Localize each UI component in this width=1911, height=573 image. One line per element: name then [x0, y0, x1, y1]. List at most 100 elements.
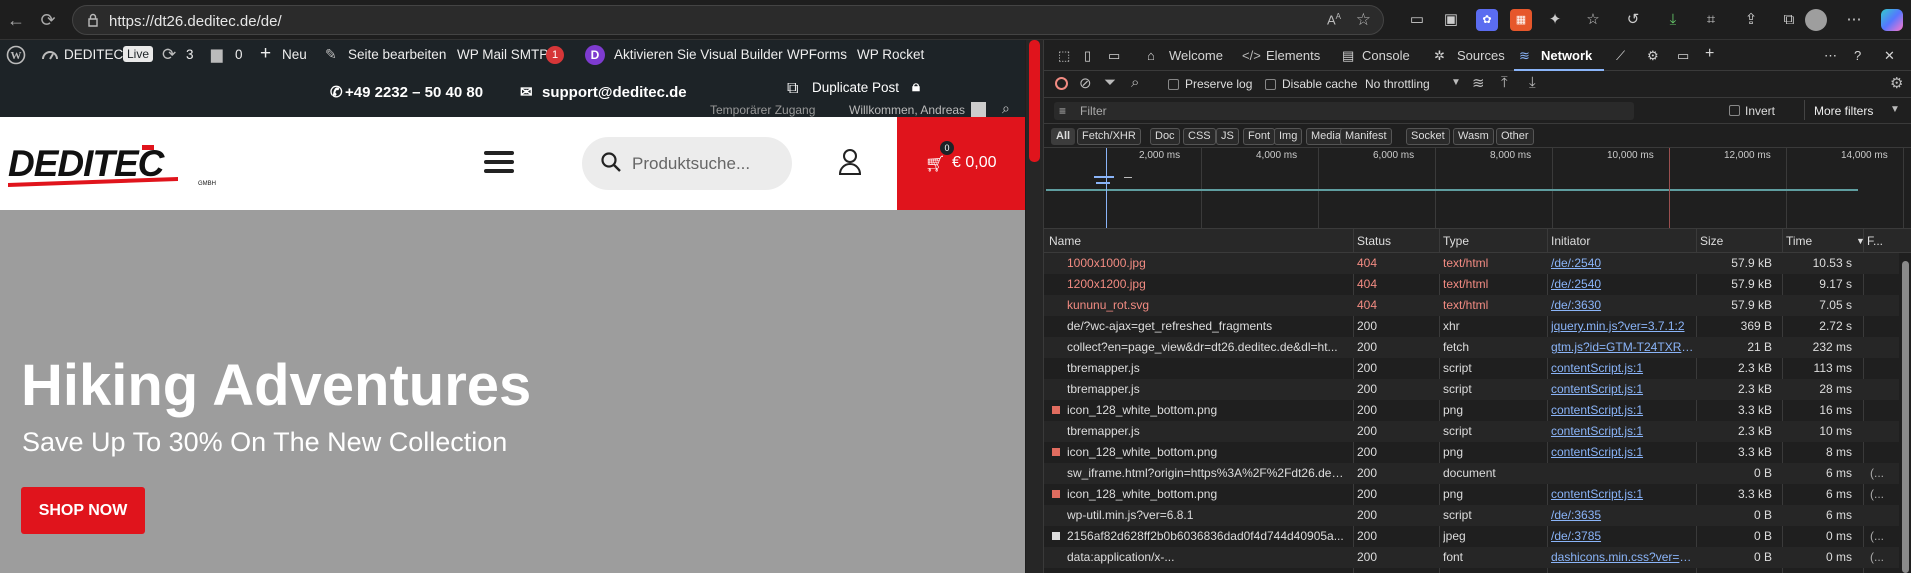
- table-row[interactable]: tbremapper.js 200 script contentScript.js:1…: [1044, 379, 1899, 400]
- phone-number[interactable]: +49 2232 – 50 40 80: [345, 84, 483, 101]
- record-icon[interactable]: [1055, 77, 1068, 90]
- column-header-initiator[interactable]: Initiator: [1551, 234, 1590, 248]
- downloads-icon[interactable]: ⤓: [1662, 9, 1684, 31]
- wp-rocket-link[interactable]: WP Rocket: [857, 47, 924, 62]
- cell-initiator[interactable]: jquery.min.js?ver=3.7.1:2: [1551, 319, 1696, 333]
- invert-checkbox[interactable]: [1729, 105, 1740, 116]
- updates-count[interactable]: 3: [186, 47, 194, 62]
- column-header-status[interactable]: Status: [1357, 234, 1391, 248]
- dock-icon[interactable]: ▭: [1108, 48, 1120, 64]
- preserve-log-checkbox[interactable]: [1168, 79, 1179, 90]
- wpforms-link[interactable]: WPForms: [787, 47, 847, 62]
- profile-avatar-icon[interactable]: [1805, 9, 1827, 31]
- wp-mail-smtp-link[interactable]: WP Mail SMTP: [457, 47, 548, 62]
- new-content-link[interactable]: Neu: [282, 47, 307, 62]
- cell-initiator[interactable]: contentScript.js:1: [1551, 445, 1696, 459]
- type-filter-img[interactable]: Img: [1274, 128, 1303, 145]
- export-icon[interactable]: ⤓: [1529, 74, 1536, 91]
- scroll-thumb[interactable]: [1029, 40, 1040, 162]
- cart-button[interactable]: 🛒︎ 0 € 0,00: [897, 117, 1025, 210]
- chevron-down-icon[interactable]: ▼: [1451, 77, 1461, 88]
- hamburger-menu-icon[interactable]: [484, 151, 514, 175]
- table-row[interactable]: de/?wc-ajax=get_refreshed_fragments 200 xh…: [1044, 316, 1899, 337]
- tab-elements[interactable]: Elements: [1266, 48, 1320, 63]
- column-header-type[interactable]: Type: [1443, 234, 1469, 248]
- email-link[interactable]: support@deditec.de: [542, 84, 687, 101]
- settings-gear-icon[interactable]: ⚙: [1647, 48, 1659, 64]
- filter-icon[interactable]: ⏷: [1104, 74, 1116, 91]
- table-row[interactable]: icon_128_white_bottom.png 200 png contentSc…: [1044, 400, 1899, 421]
- cell-initiator[interactable]: contentScript.js:1: [1551, 361, 1696, 375]
- extensions-puzzle-icon[interactable]: ✦: [1544, 9, 1566, 31]
- type-filter-other[interactable]: Other: [1496, 128, 1534, 145]
- type-filter-socket[interactable]: Socket: [1406, 128, 1450, 145]
- extension-purple-icon[interactable]: ✿: [1476, 9, 1498, 31]
- table-row[interactable]: tbremapper.js 200 script contentScript.js:1…: [1044, 358, 1899, 379]
- address-bar[interactable]: https://dt26.deditec.de/de/ AA ☆: [72, 5, 1384, 35]
- add-tab-icon[interactable]: +: [1705, 45, 1714, 63]
- performance-icon[interactable]: ⟋: [1616, 48, 1625, 64]
- network-conditions-icon[interactable]: ≋: [1472, 74, 1485, 92]
- reload-icon[interactable]: ⟳: [36, 8, 60, 32]
- network-overview-timeline[interactable]: 2,000 ms 4,000 ms 6,000 ms 8,000 ms 10,000 m…: [1044, 148, 1911, 229]
- history-icon[interactable]: ↺: [1622, 9, 1644, 31]
- table-row[interactable]: collect?en=page_view&dr=dt26.deditec.de&…: [1044, 337, 1899, 358]
- table-row[interactable]: kununu_rot.svg 404 text/html/de/:3630 57.9 …: [1044, 295, 1899, 316]
- table-row[interactable]: 2156af82d628ff2b0b6036836dad0f4d744d4090…: [1044, 526, 1899, 547]
- cell-initiator[interactable]: contentScript.js:1: [1551, 487, 1696, 501]
- tab-welcome[interactable]: Welcome: [1169, 48, 1223, 63]
- column-header-time[interactable]: Time: [1786, 234, 1812, 248]
- deditec-logo[interactable]: DEDITEC GMBH: [8, 143, 218, 189]
- extension-orange-icon[interactable]: ▦: [1510, 9, 1532, 31]
- back-icon[interactable]: ←: [4, 8, 28, 32]
- cell-initiator[interactable]: contentScript.js:1: [1551, 424, 1696, 438]
- cell-initiator[interactable]: dashicons.min.css?ver=6.8.1: [1551, 550, 1696, 564]
- throttling-select[interactable]: No throttling: [1365, 77, 1430, 91]
- web-capture-icon[interactable]: ⌗: [1700, 9, 1722, 31]
- collections-icon[interactable]: ⧉: [1778, 9, 1800, 31]
- wordpress-logo-icon[interactable]: W: [6, 45, 26, 68]
- application-icon[interactable]: ▭: [1677, 48, 1689, 64]
- inspect-element-icon[interactable]: ⬚: [1058, 48, 1070, 64]
- edit-page-link[interactable]: Seite bearbeiten: [348, 47, 446, 62]
- type-filter-fetchxhr[interactable]: Fetch/XHR: [1077, 128, 1141, 145]
- site-info-icon[interactable]: [85, 12, 101, 28]
- welcome-user[interactable]: Willkommen, Andreas: [849, 103, 965, 117]
- favorites-icon[interactable]: ☆: [1582, 9, 1604, 31]
- import-icon[interactable]: ⤒: [1501, 74, 1508, 91]
- table-row[interactable]: sw_iframe.html?origin=https%3A%2F%2Fdt26…: [1044, 463, 1899, 484]
- tab-network[interactable]: Network: [1541, 48, 1592, 63]
- page-scrollbar[interactable]: [1026, 40, 1043, 573]
- chevron-down-icon[interactable]: ▼: [1890, 104, 1900, 115]
- disable-cache-checkbox[interactable]: [1265, 79, 1276, 90]
- table-row[interactable]: icon_128_white_bottom.png 200 png contentSc…: [1044, 442, 1899, 463]
- search-icon[interactable]: ⌕: [1002, 100, 1010, 117]
- requests-scrollbar[interactable]: [1899, 253, 1911, 573]
- tab-sources[interactable]: Sources: [1457, 48, 1505, 63]
- device-emulation-icon[interactable]: ▯: [1084, 48, 1091, 64]
- filter-input[interactable]: [1054, 102, 1634, 120]
- cell-initiator[interactable]: contentScript.js:1: [1551, 403, 1696, 417]
- type-filter-js[interactable]: JS: [1216, 128, 1239, 145]
- cell-initiator[interactable]: contentScript.js:1: [1551, 382, 1696, 396]
- table-row[interactable]: wp-util.min.js?ver=6.8.1 200 script/de/:36…: [1044, 505, 1899, 526]
- type-filter-manifest[interactable]: Manifest: [1340, 128, 1392, 145]
- table-row[interactable]: data:application/x-... 200 font dashicons.m…: [1044, 547, 1899, 568]
- cell-initiator[interactable]: gtm.js?id=GTM-T24TXRC8:101: [1551, 340, 1696, 354]
- cell-initiator[interactable]: /de/:2540: [1551, 277, 1696, 291]
- cell-initiator[interactable]: /de/:3785: [1551, 529, 1696, 543]
- more-menu-icon[interactable]: ⋯: [1843, 9, 1865, 31]
- type-filter-wasm[interactable]: Wasm: [1453, 128, 1494, 145]
- cell-initiator[interactable]: /de/:3630: [1551, 298, 1696, 312]
- help-icon[interactable]: ?: [1854, 48, 1861, 63]
- share-icon[interactable]: ⇪: [1740, 9, 1762, 31]
- tab-console[interactable]: Console: [1362, 48, 1410, 63]
- type-filter-doc[interactable]: Doc: [1150, 128, 1180, 145]
- copilot-icon[interactable]: [1881, 9, 1903, 31]
- favorite-star-icon[interactable]: ☆: [1356, 10, 1371, 30]
- clear-icon[interactable]: ⊘: [1079, 74, 1092, 92]
- more-filters-button[interactable]: More filters: [1814, 104, 1873, 118]
- shop-now-button[interactable]: SHOP NOW: [21, 487, 145, 534]
- scroll-thumb[interactable]: [1902, 261, 1909, 573]
- column-header-name[interactable]: Name: [1049, 234, 1081, 248]
